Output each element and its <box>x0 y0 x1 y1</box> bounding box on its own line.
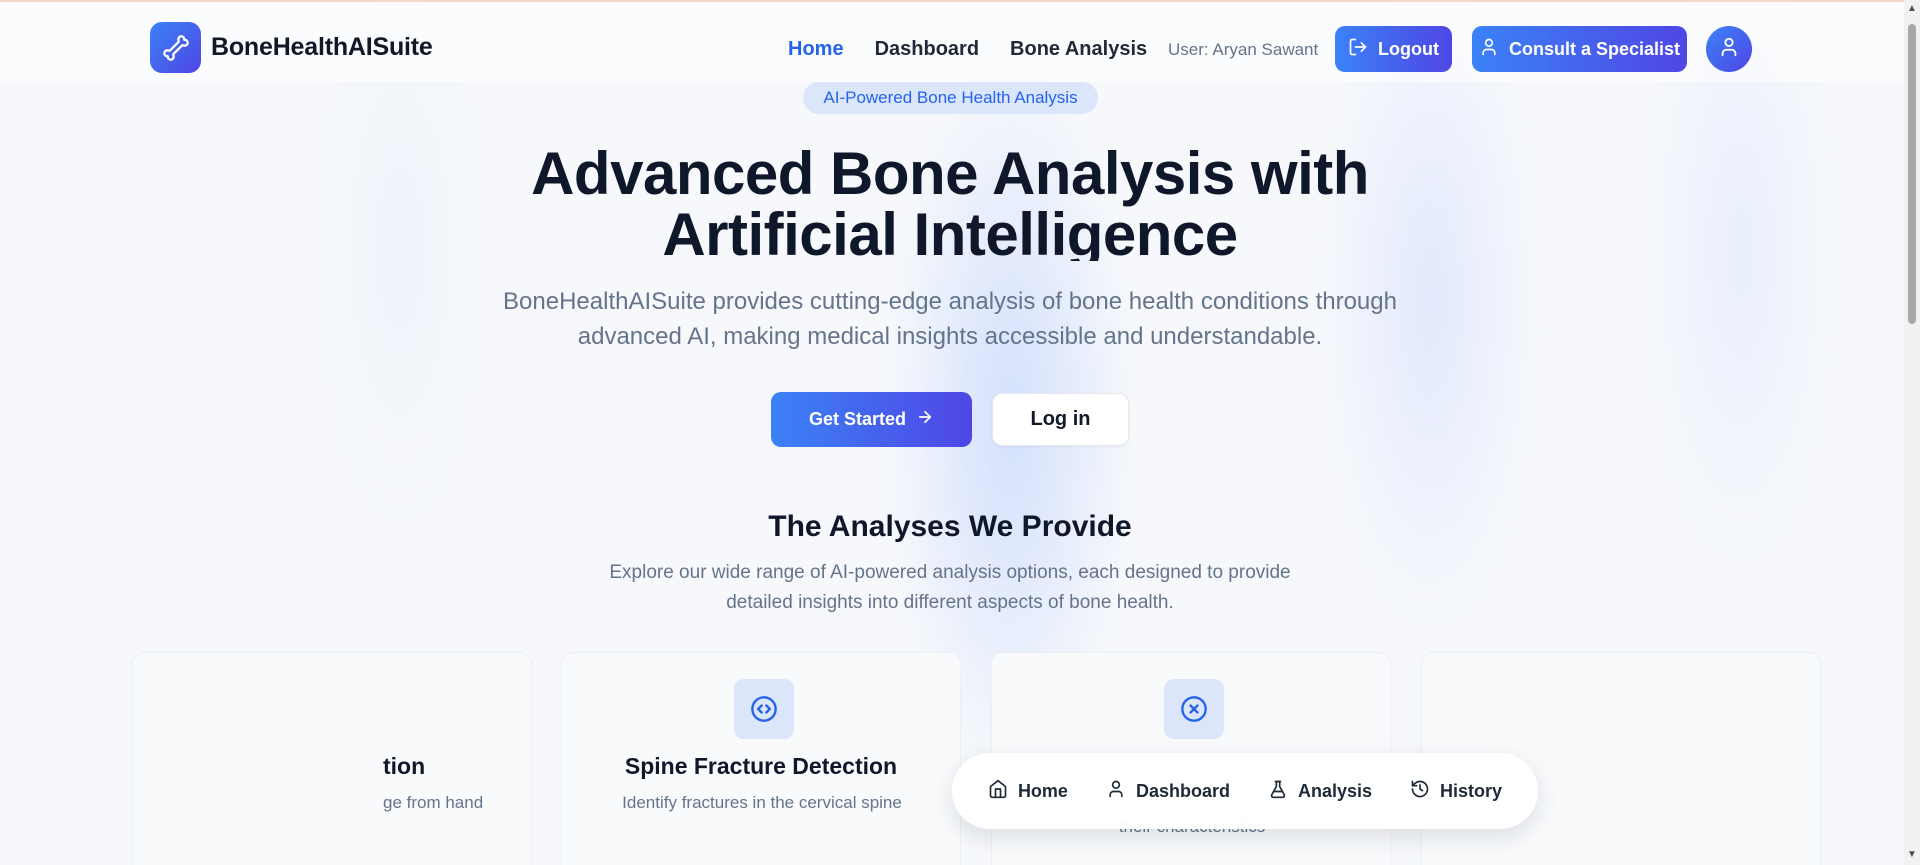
scroll-down-arrow-icon[interactable]: ▼ <box>1907 850 1917 860</box>
nav-link-dashboard[interactable]: Dashboard <box>875 38 979 61</box>
vertical-scrollbar[interactable]: ▲ ▼ <box>1904 0 1920 865</box>
login-button[interactable]: Log in <box>992 393 1129 446</box>
analyses-subtitle: Explore our wide range of AI-powered ana… <box>609 562 1291 613</box>
card-title: Spine Fracture Detection <box>624 753 898 779</box>
bottom-nav-history[interactable]: History <box>1410 779 1502 804</box>
scroll-up-arrow-icon[interactable]: ▲ <box>1907 4 1917 14</box>
hero-badge: AI-Powered Bone Health Analysis <box>803 82 1098 114</box>
hero-title: Advanced Bone Analysis with Artificial I… <box>460 143 1440 261</box>
brand-name: BoneHealthAISuite <box>211 33 433 61</box>
card-description: ge from hand <box>383 793 484 812</box>
history-icon <box>1410 779 1430 804</box>
bottom-nav-label: History <box>1440 780 1503 801</box>
code-circle-icon <box>734 679 794 739</box>
get-started-label: Get Started <box>808 409 907 429</box>
user-name-label: User: Aryan Sawant <box>1168 40 1319 59</box>
card-description: Identify fractures in the cervical spine <box>622 793 902 812</box>
analyses-title: The Analyses We Provide <box>768 510 1132 543</box>
bottom-nav: Home Dashboard Analysis History <box>952 753 1538 829</box>
consult-specialist-button[interactable]: Consult a Specialist <box>1472 26 1687 72</box>
bottom-nav-label: Dashboard <box>1135 780 1230 801</box>
consult-label: Consult a Specialist <box>1508 38 1681 59</box>
bottom-nav-home[interactable]: Home <box>988 779 1068 804</box>
hero-subtitle: BoneHealthAISuite provides cutting-edge … <box>503 288 1397 350</box>
get-started-button[interactable]: Get Started <box>771 392 972 447</box>
x-circle-icon <box>1164 679 1224 739</box>
bottom-nav-analysis[interactable]: Analysis <box>1268 779 1372 804</box>
top-nav: Home Dashboard Bone Analysis <box>788 38 1147 61</box>
analysis-card[interactable]: tion ge from hand <box>132 652 532 865</box>
logout-button[interactable]: Logout <box>1335 26 1452 72</box>
bone-icon <box>150 22 201 73</box>
profile-avatar-button[interactable] <box>1706 26 1752 72</box>
nav-link-bone-analysis[interactable]: Bone Analysis <box>1010 38 1147 61</box>
bottom-nav-label: Analysis <box>1297 780 1373 801</box>
hero-title-line2: Artificial Intelligence <box>662 201 1238 261</box>
bottom-nav-dashboard[interactable]: Dashboard <box>1106 779 1230 804</box>
brand[interactable]: BoneHealthAISuite <box>150 22 433 73</box>
logout-label: Logout <box>1378 38 1439 59</box>
bottom-nav-label: Home <box>1017 780 1068 801</box>
scroll-thumb[interactable] <box>1908 24 1916 324</box>
user-icon <box>1479 37 1499 62</box>
navbar: BoneHealthAISuite Home Dashboard Bone An… <box>0 2 1904 82</box>
hero-title-line1: Advanced Bone Analysis with <box>531 143 1369 207</box>
logout-icon <box>1348 37 1368 62</box>
user-icon <box>1106 779 1126 804</box>
card-title: tion <box>383 753 426 779</box>
analysis-card-spine-fracture[interactable]: Spine Fracture Detection Identify fractu… <box>561 652 961 865</box>
arrow-right-icon <box>916 408 934 431</box>
analysis-carousel: tion ge from hand Spine Fracture Detecti… <box>0 652 1904 865</box>
nav-link-home[interactable]: Home <box>788 38 844 61</box>
profile-icon <box>1718 36 1740 63</box>
home-icon <box>988 779 1008 804</box>
flask-icon <box>1268 779 1288 804</box>
